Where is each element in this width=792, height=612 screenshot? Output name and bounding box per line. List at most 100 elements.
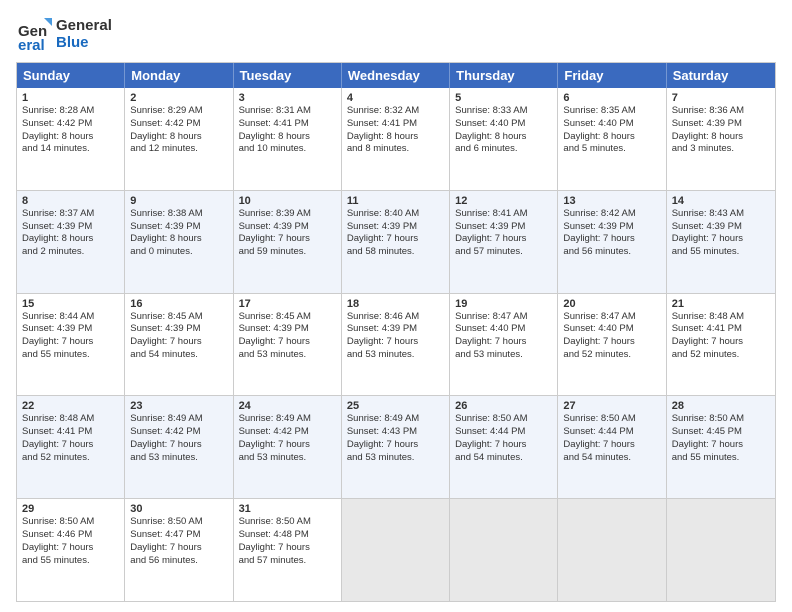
- day-info: Sunrise: 8:35 AM Sunset: 4:40 PM Dayligh…: [563, 105, 660, 156]
- day-cell-5: 5Sunrise: 8:33 AM Sunset: 4:40 PM Daylig…: [450, 88, 558, 190]
- day-cell-18: 18Sunrise: 8:46 AM Sunset: 4:39 PM Dayli…: [342, 294, 450, 396]
- day-cell-1: 1Sunrise: 8:28 AM Sunset: 4:42 PM Daylig…: [17, 88, 125, 190]
- day-cell-30: 30Sunrise: 8:50 AM Sunset: 4:47 PM Dayli…: [125, 499, 233, 601]
- calendar-body: 1Sunrise: 8:28 AM Sunset: 4:42 PM Daylig…: [17, 88, 775, 601]
- calendar-row-4: 22Sunrise: 8:48 AM Sunset: 4:41 PM Dayli…: [17, 396, 775, 499]
- day-number: 14: [672, 195, 770, 207]
- day-cell-16: 16Sunrise: 8:45 AM Sunset: 4:39 PM Dayli…: [125, 294, 233, 396]
- day-info: Sunrise: 8:50 AM Sunset: 4:45 PM Dayligh…: [672, 413, 770, 464]
- logo: Gen eral General Blue: [16, 16, 112, 52]
- header-cell-sunday: Sunday: [17, 63, 125, 88]
- day-cell-23: 23Sunrise: 8:49 AM Sunset: 4:42 PM Dayli…: [125, 396, 233, 498]
- day-number: 9: [130, 195, 227, 207]
- day-number: 1: [22, 92, 119, 104]
- day-number: 18: [347, 298, 444, 310]
- day-info: Sunrise: 8:36 AM Sunset: 4:39 PM Dayligh…: [672, 105, 770, 156]
- day-number: 29: [22, 503, 119, 515]
- day-cell-12: 12Sunrise: 8:41 AM Sunset: 4:39 PM Dayli…: [450, 191, 558, 293]
- calendar-row-3: 15Sunrise: 8:44 AM Sunset: 4:39 PM Dayli…: [17, 294, 775, 397]
- day-cell-21: 21Sunrise: 8:48 AM Sunset: 4:41 PM Dayli…: [667, 294, 775, 396]
- day-cell-2: 2Sunrise: 8:29 AM Sunset: 4:42 PM Daylig…: [125, 88, 233, 190]
- logo-blue: Blue: [56, 34, 112, 51]
- day-number: 11: [347, 195, 444, 207]
- day-cell-13: 13Sunrise: 8:42 AM Sunset: 4:39 PM Dayli…: [558, 191, 666, 293]
- day-info: Sunrise: 8:33 AM Sunset: 4:40 PM Dayligh…: [455, 105, 552, 156]
- day-cell-empty-4-6: [667, 499, 775, 601]
- day-info: Sunrise: 8:50 AM Sunset: 4:44 PM Dayligh…: [455, 413, 552, 464]
- calendar: SundayMondayTuesdayWednesdayThursdayFrid…: [16, 62, 776, 602]
- day-number: 30: [130, 503, 227, 515]
- top-area: Gen eral General Blue: [16, 16, 776, 52]
- header-cell-friday: Friday: [558, 63, 666, 88]
- day-cell-17: 17Sunrise: 8:45 AM Sunset: 4:39 PM Dayli…: [234, 294, 342, 396]
- day-info: Sunrise: 8:47 AM Sunset: 4:40 PM Dayligh…: [563, 311, 660, 362]
- day-number: 20: [563, 298, 660, 310]
- day-number: 17: [239, 298, 336, 310]
- day-info: Sunrise: 8:45 AM Sunset: 4:39 PM Dayligh…: [130, 311, 227, 362]
- day-number: 22: [22, 400, 119, 412]
- day-info: Sunrise: 8:47 AM Sunset: 4:40 PM Dayligh…: [455, 311, 552, 362]
- day-number: 13: [563, 195, 660, 207]
- day-number: 23: [130, 400, 227, 412]
- day-info: Sunrise: 8:31 AM Sunset: 4:41 PM Dayligh…: [239, 105, 336, 156]
- day-cell-8: 8Sunrise: 8:37 AM Sunset: 4:39 PM Daylig…: [17, 191, 125, 293]
- day-cell-11: 11Sunrise: 8:40 AM Sunset: 4:39 PM Dayli…: [342, 191, 450, 293]
- svg-text:eral: eral: [18, 37, 45, 52]
- day-number: 28: [672, 400, 770, 412]
- day-number: 10: [239, 195, 336, 207]
- logo-svg: Gen eral: [16, 16, 52, 52]
- day-cell-29: 29Sunrise: 8:50 AM Sunset: 4:46 PM Dayli…: [17, 499, 125, 601]
- day-cell-4: 4Sunrise: 8:32 AM Sunset: 4:41 PM Daylig…: [342, 88, 450, 190]
- day-cell-20: 20Sunrise: 8:47 AM Sunset: 4:40 PM Dayli…: [558, 294, 666, 396]
- day-cell-empty-4-3: [342, 499, 450, 601]
- day-info: Sunrise: 8:43 AM Sunset: 4:39 PM Dayligh…: [672, 208, 770, 259]
- day-number: 19: [455, 298, 552, 310]
- day-cell-15: 15Sunrise: 8:44 AM Sunset: 4:39 PM Dayli…: [17, 294, 125, 396]
- day-info: Sunrise: 8:32 AM Sunset: 4:41 PM Dayligh…: [347, 105, 444, 156]
- header-cell-tuesday: Tuesday: [234, 63, 342, 88]
- day-info: Sunrise: 8:44 AM Sunset: 4:39 PM Dayligh…: [22, 311, 119, 362]
- day-cell-27: 27Sunrise: 8:50 AM Sunset: 4:44 PM Dayli…: [558, 396, 666, 498]
- day-cell-28: 28Sunrise: 8:50 AM Sunset: 4:45 PM Dayli…: [667, 396, 775, 498]
- day-cell-25: 25Sunrise: 8:49 AM Sunset: 4:43 PM Dayli…: [342, 396, 450, 498]
- day-number: 25: [347, 400, 444, 412]
- day-cell-empty-4-5: [558, 499, 666, 601]
- day-info: Sunrise: 8:48 AM Sunset: 4:41 PM Dayligh…: [672, 311, 770, 362]
- day-info: Sunrise: 8:45 AM Sunset: 4:39 PM Dayligh…: [239, 311, 336, 362]
- day-number: 16: [130, 298, 227, 310]
- day-info: Sunrise: 8:48 AM Sunset: 4:41 PM Dayligh…: [22, 413, 119, 464]
- day-number: 2: [130, 92, 227, 104]
- header-cell-saturday: Saturday: [667, 63, 775, 88]
- day-cell-22: 22Sunrise: 8:48 AM Sunset: 4:41 PM Dayli…: [17, 396, 125, 498]
- day-number: 4: [347, 92, 444, 104]
- day-cell-empty-4-4: [450, 499, 558, 601]
- day-number: 5: [455, 92, 552, 104]
- day-number: 31: [239, 503, 336, 515]
- day-info: Sunrise: 8:41 AM Sunset: 4:39 PM Dayligh…: [455, 208, 552, 259]
- day-number: 12: [455, 195, 552, 207]
- day-number: 6: [563, 92, 660, 104]
- day-cell-3: 3Sunrise: 8:31 AM Sunset: 4:41 PM Daylig…: [234, 88, 342, 190]
- day-info: Sunrise: 8:50 AM Sunset: 4:48 PM Dayligh…: [239, 516, 336, 567]
- day-number: 24: [239, 400, 336, 412]
- day-info: Sunrise: 8:50 AM Sunset: 4:46 PM Dayligh…: [22, 516, 119, 567]
- day-info: Sunrise: 8:40 AM Sunset: 4:39 PM Dayligh…: [347, 208, 444, 259]
- day-cell-6: 6Sunrise: 8:35 AM Sunset: 4:40 PM Daylig…: [558, 88, 666, 190]
- day-number: 8: [22, 195, 119, 207]
- day-cell-24: 24Sunrise: 8:49 AM Sunset: 4:42 PM Dayli…: [234, 396, 342, 498]
- day-number: 3: [239, 92, 336, 104]
- day-info: Sunrise: 8:37 AM Sunset: 4:39 PM Dayligh…: [22, 208, 119, 259]
- day-cell-9: 9Sunrise: 8:38 AM Sunset: 4:39 PM Daylig…: [125, 191, 233, 293]
- calendar-row-2: 8Sunrise: 8:37 AM Sunset: 4:39 PM Daylig…: [17, 191, 775, 294]
- day-cell-10: 10Sunrise: 8:39 AM Sunset: 4:39 PM Dayli…: [234, 191, 342, 293]
- page: Gen eral General Blue SundayMondayTuesda…: [0, 0, 792, 612]
- day-info: Sunrise: 8:29 AM Sunset: 4:42 PM Dayligh…: [130, 105, 227, 156]
- day-number: 21: [672, 298, 770, 310]
- calendar-header: SundayMondayTuesdayWednesdayThursdayFrid…: [17, 63, 775, 88]
- day-info: Sunrise: 8:50 AM Sunset: 4:47 PM Dayligh…: [130, 516, 227, 567]
- day-number: 26: [455, 400, 552, 412]
- header-cell-wednesday: Wednesday: [342, 63, 450, 88]
- day-cell-19: 19Sunrise: 8:47 AM Sunset: 4:40 PM Dayli…: [450, 294, 558, 396]
- day-number: 15: [22, 298, 119, 310]
- calendar-row-5: 29Sunrise: 8:50 AM Sunset: 4:46 PM Dayli…: [17, 499, 775, 601]
